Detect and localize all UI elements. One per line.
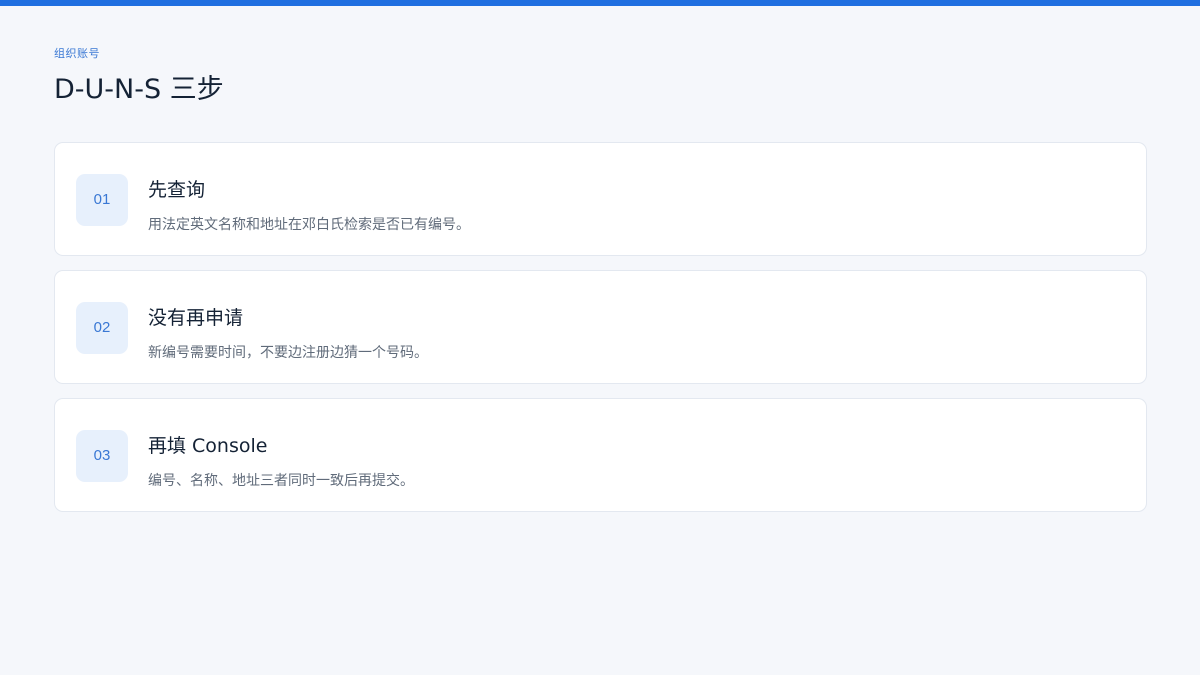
step-title: 先查询 bbox=[148, 179, 206, 201]
step-number-badge: 03 bbox=[76, 430, 128, 482]
top-accent-bar bbox=[0, 0, 1200, 6]
steps-list: 01 先查询 用法定英文名称和地址在邓白氏检索是否已有编号。 02 没有再申请 … bbox=[54, 142, 1147, 526]
step-number-badge: 01 bbox=[76, 174, 128, 226]
page-title: D-U-N-S 三步 bbox=[54, 74, 224, 105]
step-description: 用法定英文名称和地址在邓白氏检索是否已有编号。 bbox=[148, 217, 470, 233]
step-card-3: 03 再填 Console 编号、名称、地址三者同时一致后再提交。 bbox=[54, 398, 1147, 512]
step-description: 编号、名称、地址三者同时一致后再提交。 bbox=[148, 473, 414, 489]
step-card-1: 01 先查询 用法定英文名称和地址在邓白氏检索是否已有编号。 bbox=[54, 142, 1147, 256]
step-description: 新编号需要时间，不要边注册边猜一个号码。 bbox=[148, 345, 428, 361]
step-title: 再填 Console bbox=[148, 435, 268, 457]
step-card-2: 02 没有再申请 新编号需要时间，不要边注册边猜一个号码。 bbox=[54, 270, 1147, 384]
step-title: 没有再申请 bbox=[148, 307, 244, 329]
step-number-badge: 02 bbox=[76, 302, 128, 354]
section-eyebrow: 组织账号 bbox=[54, 47, 100, 60]
